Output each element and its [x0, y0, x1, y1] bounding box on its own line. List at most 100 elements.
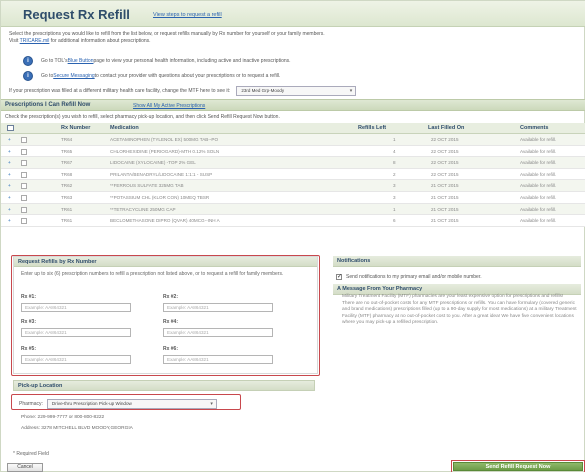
expand-icon[interactable]: +	[8, 172, 11, 177]
expand-icon[interactable]: +	[8, 137, 11, 142]
last-filled: 21 OCT 2015	[431, 206, 459, 212]
comment: Available for refill.	[520, 148, 557, 154]
row-checkbox[interactable]	[21, 183, 27, 190]
check-instructions: Check the prescription(s) you wish to re…	[5, 114, 280, 120]
table-row[interactable]: + TR64 ACETAMINOPHEN (TYLENOL EX) 500MG TA…	[1, 134, 585, 146]
row-checkbox[interactable]	[21, 160, 27, 167]
comment: Available for refill.	[520, 218, 557, 224]
row-checkbox[interactable]	[21, 206, 27, 213]
refills-left: 4	[393, 148, 396, 154]
last-filled: 22 OCT 2015	[431, 160, 459, 166]
facility-row: If your prescription was filled at a dif…	[9, 86, 357, 96]
refills-left: 3	[393, 183, 396, 189]
view-steps-link[interactable]: View steps to request a refill	[153, 12, 222, 18]
pharmacy-message-text: Military Treatment Facility (MTF) pharma…	[342, 294, 577, 326]
notifications-row: Send notifications to my primary email a…	[336, 273, 482, 280]
col-rx-number[interactable]: Rx Number	[61, 125, 90, 131]
col-refills-left[interactable]: Refills Left	[358, 125, 386, 131]
info-prefix: Go to	[41, 73, 54, 79]
refill-page: Request Rx Refill View steps to request …	[0, 0, 585, 472]
refills-left: 6	[393, 218, 396, 224]
medication: **FERROUS SULFATE 325MG TAB	[110, 183, 184, 189]
rx-4-label: Rx #4:	[163, 319, 179, 325]
manual-refill-instructions: Enter up to six (6) prescription numbers…	[21, 271, 284, 277]
intro-prefix: Visit	[9, 38, 20, 44]
prescriptions-heading: Prescriptions I Can Refill Now	[5, 102, 91, 108]
prescriptions-section-header: Prescriptions I Can Refill Now Show All …	[1, 99, 585, 111]
refills-left: 1	[393, 137, 396, 142]
rx-2-input[interactable]: Example: AA864321	[163, 303, 273, 312]
table-row[interactable]: + TR63 **POTASSIUM CHL (KLOR CON) 10MEQ TB…	[1, 191, 585, 204]
row-checkbox[interactable]	[21, 148, 27, 155]
row-checkbox[interactable]	[21, 171, 27, 178]
row-checkbox[interactable]	[21, 218, 27, 225]
rx-number: TR61	[61, 218, 73, 224]
page-title: Request Rx Refill	[23, 7, 130, 22]
facility-select[interactable]: 23rd Med Grp-Moody	[236, 86, 357, 96]
refills-left: 3	[393, 194, 396, 200]
blue-button-link[interactable]: Blue Button	[68, 58, 94, 64]
comment: Available for refill.	[520, 171, 557, 177]
comment: Available for refill.	[520, 160, 557, 166]
rx-1-label: Rx #1:	[21, 294, 37, 300]
required-field-note: * Required Field	[13, 451, 49, 457]
pharmacy-address: Address: 3278 MITCHELL BLVD MOODY,GEORGI…	[21, 426, 133, 431]
table-row[interactable]: + TR61 BECLOMETHASONE DIPRO (QVAR) 40MCG--…	[1, 215, 585, 227]
rx-6-label: Rx #6:	[163, 346, 179, 352]
comment: Available for refill.	[520, 194, 557, 200]
col-medication[interactable]: Medication	[110, 125, 139, 131]
tricare-link[interactable]: TRICARE.mil	[20, 38, 50, 44]
table-row[interactable]: + TR67 LIDOCAINE (XYLOCAINE) -TOP 2% GEL 8 2…	[1, 157, 585, 169]
last-filled: 21 OCT 2015	[431, 183, 459, 189]
send-refill-request-button[interactable]: Send Refill Request Now	[453, 462, 583, 471]
rx-number: TR64	[61, 137, 73, 142]
col-last-filled[interactable]: Last Filled On	[428, 125, 464, 131]
last-filled: 22 OCT 2015	[431, 148, 459, 154]
info-icon: i	[23, 71, 33, 81]
rx-4-input[interactable]: Example: AA864321	[163, 328, 273, 337]
rx-3-input[interactable]: Example: AA864321	[21, 328, 131, 337]
comment: Available for refill.	[520, 137, 557, 142]
pharmacy-label: Pharmacy:	[19, 401, 43, 407]
info-suffix: to contact your provider with questions …	[94, 73, 281, 79]
expand-icon[interactable]: +	[8, 183, 11, 188]
intro-suffix: for additional information about prescri…	[49, 38, 151, 44]
show-all-link[interactable]: Show All My Active Prescriptions	[133, 103, 205, 109]
prescription-table-body: + TR64 ACETAMINOPHEN (TYLENOL EX) 500MG TA…	[1, 134, 585, 227]
comment: Available for refill.	[520, 206, 557, 212]
info-icon: i	[23, 56, 33, 66]
notifications-checkbox[interactable]	[336, 273, 342, 280]
last-filled: 21 OCT 2015	[431, 194, 459, 200]
rx-5-label: Rx #5:	[21, 346, 37, 352]
rx-number: TR67	[61, 160, 73, 166]
table-row[interactable]: + TR65 CHLORHEXIDINE (PERIOGARD)-MTH 0.12%…	[1, 145, 585, 158]
expand-icon[interactable]: +	[8, 218, 11, 223]
pharmacy-phone: Phone: 229-999-7777 or 800-800-8222	[21, 415, 105, 420]
notifications-label: Send notifications to my primary email a…	[346, 274, 482, 280]
last-filled: 22 OCT 2015	[431, 137, 459, 142]
refills-left: 2	[393, 171, 396, 177]
rx-number: TR63	[61, 194, 73, 200]
table-row[interactable]: + TR62 **FERROUS SULFATE 325MG TAB 3 21 OCT …	[1, 180, 585, 192]
cancel-button[interactable]: Cancel	[7, 463, 43, 472]
pharmacy-select[interactable]: Drive-thru Prescription Pick-up Window	[46, 399, 217, 409]
rx-2-label: Rx #2:	[163, 294, 179, 300]
row-checkbox[interactable]	[21, 194, 27, 201]
expand-icon[interactable]: +	[8, 207, 11, 212]
rx-1-input[interactable]: Example: AA864321	[21, 303, 131, 312]
expand-icon[interactable]: +	[8, 149, 11, 154]
col-comments[interactable]: Comments	[520, 125, 548, 131]
intro-line-2: Visit TRICARE.mil for additional informa…	[9, 38, 569, 45]
row-checkbox[interactable]	[21, 137, 27, 143]
rx-6-input[interactable]: Example: AA864321	[163, 355, 273, 364]
rx-number: TR65	[61, 148, 73, 154]
intro-line-1: Select the prescriptions you would like …	[9, 31, 325, 37]
secure-messaging-link[interactable]: Secure Messaging	[53, 73, 94, 79]
select-all-icon[interactable]	[7, 125, 14, 131]
expand-icon[interactable]: +	[8, 160, 11, 165]
expand-icon[interactable]: +	[8, 195, 11, 200]
title-bar: Request Rx Refill View steps to request …	[1, 1, 585, 27]
table-row[interactable]: + TR61 **TETRACYCLINE 250MG CAP 1 21 OCT 201…	[1, 203, 585, 216]
rx-5-input[interactable]: Example: AA864321	[21, 355, 131, 364]
table-row[interactable]: + TR68 PRILANTA/BENADRYL/LIDOCAINE 1:1:1 -…	[1, 168, 585, 181]
